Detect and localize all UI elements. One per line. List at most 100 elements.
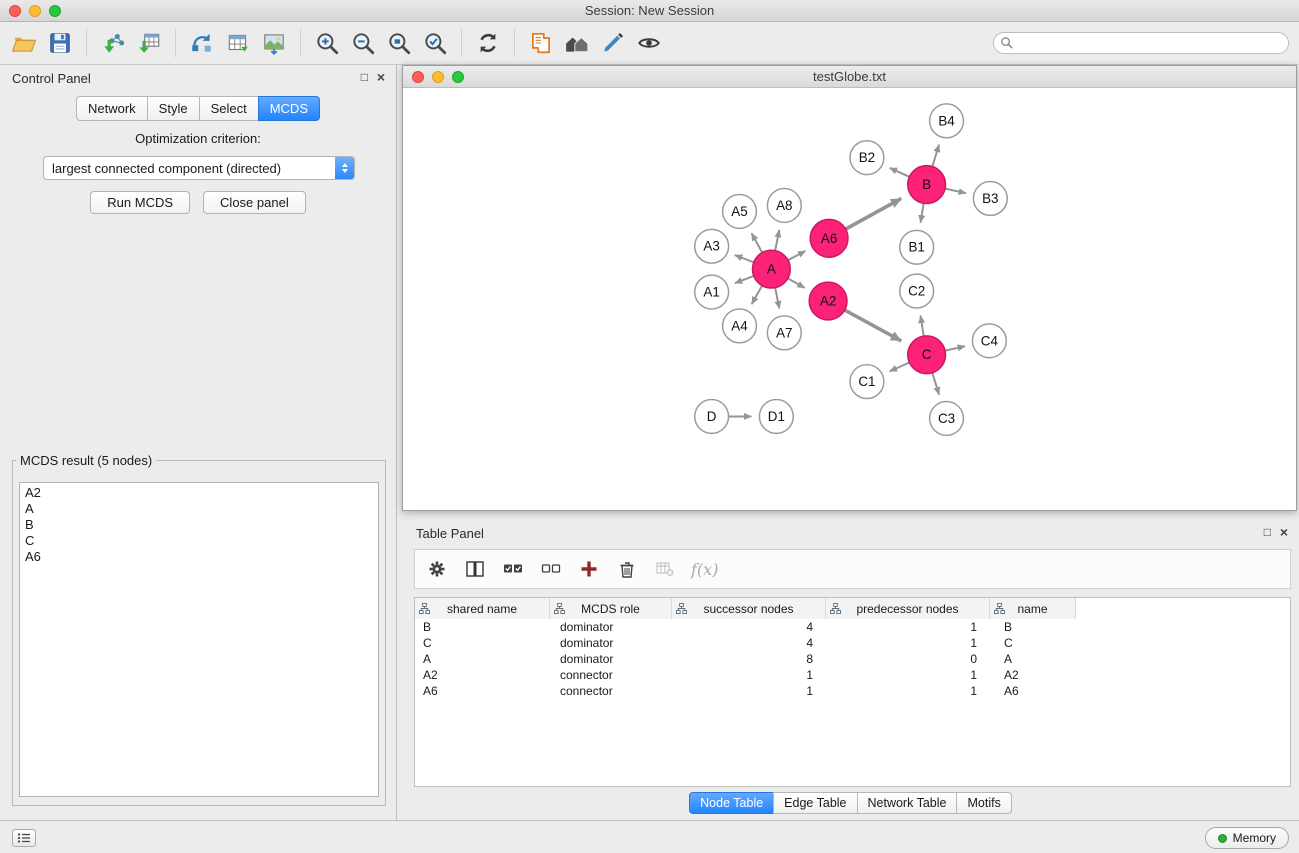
minimize-network-window-button[interactable] — [432, 71, 444, 83]
edge-B-B2[interactable] — [890, 168, 910, 177]
apply-style-button[interactable] — [595, 25, 631, 61]
show-panels-button[interactable] — [12, 829, 36, 847]
result-item[interactable]: A2 — [25, 485, 373, 501]
node-B3[interactable]: B3 — [973, 182, 1007, 216]
node-B2[interactable]: B2 — [850, 141, 884, 175]
add-column-button[interactable] — [577, 557, 601, 581]
node-A6[interactable]: A6 — [810, 219, 848, 257]
edge-B-B1[interactable] — [921, 203, 924, 222]
cell-name[interactable]: A — [990, 651, 1076, 667]
node-D1[interactable]: D1 — [759, 400, 793, 434]
select-all-button[interactable] — [501, 557, 525, 581]
node-B[interactable]: B — [908, 166, 946, 204]
cell-successor-nodes[interactable]: 4 — [672, 635, 826, 651]
edge-A-A2[interactable] — [788, 278, 805, 287]
float-panel-icon[interactable]: □ — [361, 70, 368, 84]
node-C1[interactable]: C1 — [850, 365, 884, 399]
show-columns-button[interactable] — [463, 557, 487, 581]
node-A2[interactable]: A2 — [809, 282, 847, 320]
edge-A6-B[interactable] — [846, 198, 902, 229]
close-panel-button[interactable]: Close panel — [203, 191, 306, 214]
result-item[interactable]: B — [25, 517, 373, 533]
run-mcds-button[interactable]: Run MCDS — [90, 191, 190, 214]
delete-columns-button[interactable] — [615, 557, 639, 581]
cell-mcds-role[interactable]: dominator — [550, 619, 672, 635]
import-table-db-button[interactable] — [220, 25, 256, 61]
network-from-web-button[interactable] — [184, 25, 220, 61]
node-C4[interactable]: C4 — [972, 324, 1006, 358]
cell-shared-name[interactable]: A — [415, 651, 550, 667]
cell-predecessor-nodes[interactable]: 1 — [826, 683, 990, 699]
table-row[interactable]: Cdominator41C — [415, 635, 1290, 651]
cell-predecessor-nodes[interactable]: 0 — [826, 651, 990, 667]
result-item[interactable]: A6 — [25, 549, 373, 565]
tab-node-table[interactable]: Node Table — [689, 792, 774, 814]
minimize-window-button[interactable] — [29, 5, 41, 17]
edge-A-A8[interactable] — [775, 230, 779, 251]
close-network-window-button[interactable] — [412, 71, 424, 83]
cell-mcds-role[interactable]: connector — [550, 683, 672, 699]
edge-C-C1[interactable] — [890, 362, 910, 371]
cell-predecessor-nodes[interactable]: 1 — [826, 667, 990, 683]
edge-C-C3[interactable] — [932, 373, 939, 395]
edge-A-A6[interactable] — [788, 251, 805, 260]
cell-predecessor-nodes[interactable]: 1 — [826, 635, 990, 651]
cell-name[interactable]: C — [990, 635, 1076, 651]
import-network-file-button[interactable] — [95, 25, 131, 61]
memory-button[interactable]: Memory — [1205, 827, 1289, 849]
tab-edge-table[interactable]: Edge Table — [773, 792, 857, 814]
save-session-button[interactable] — [42, 25, 78, 61]
edge-A2-C[interactable] — [845, 310, 902, 341]
edge-C-C2[interactable] — [921, 316, 924, 336]
edge-C-C4[interactable] — [945, 346, 965, 350]
cell-name[interactable]: A2 — [990, 667, 1076, 683]
node-A3[interactable]: A3 — [695, 229, 729, 263]
node-C2[interactable]: C2 — [900, 274, 934, 308]
network-canvas[interactable]: B4B2BB3A8A5A6A3B1AC2A1A2A4A7C4CC1C3DD1 — [403, 88, 1296, 510]
edge-A-A3[interactable] — [735, 255, 754, 262]
export-image-button[interactable] — [256, 25, 292, 61]
node-A[interactable]: A — [752, 250, 790, 288]
result-item[interactable]: A — [25, 501, 373, 517]
cell-successor-nodes[interactable]: 8 — [672, 651, 826, 667]
zoom-out-button[interactable] — [345, 25, 381, 61]
mcds-result-list[interactable]: A2ABCA6 — [19, 482, 379, 797]
edge-A-A4[interactable] — [752, 286, 762, 305]
column-header-successor-nodes[interactable]: successor nodes — [672, 598, 826, 619]
column-header-predecessor-nodes[interactable]: predecessor nodes — [826, 598, 990, 619]
node-C[interactable]: C — [908, 336, 946, 374]
import-table-file-button[interactable] — [131, 25, 167, 61]
node-D[interactable]: D — [695, 400, 729, 434]
tab-select[interactable]: Select — [199, 96, 259, 121]
tab-mcds[interactable]: MCDS — [258, 96, 320, 121]
edge-A-A5[interactable] — [752, 233, 763, 252]
column-header-name[interactable]: name — [990, 598, 1076, 619]
show-graphics-details-button[interactable] — [631, 25, 667, 61]
open-session-button[interactable] — [6, 25, 42, 61]
refresh-button[interactable] — [470, 25, 506, 61]
cell-shared-name[interactable]: C — [415, 635, 550, 651]
table-row[interactable]: Adominator80A — [415, 651, 1290, 667]
zoom-fit-button[interactable] — [417, 25, 453, 61]
result-item[interactable]: C — [25, 533, 373, 549]
column-header-shared-name[interactable]: shared name — [415, 598, 550, 619]
cell-name[interactable]: B — [990, 619, 1076, 635]
edge-B-B3[interactable] — [945, 189, 966, 194]
float-table-panel-icon[interactable]: □ — [1264, 525, 1271, 539]
tab-network-table[interactable]: Network Table — [857, 792, 958, 814]
node-A4[interactable]: A4 — [723, 309, 757, 343]
node-table[interactable]: shared nameMCDS rolesuccessor nodesprede… — [414, 597, 1291, 787]
cell-name[interactable]: A6 — [990, 683, 1076, 699]
node-A7[interactable]: A7 — [767, 316, 801, 350]
cell-predecessor-nodes[interactable]: 1 — [826, 619, 990, 635]
node-C3[interactable]: C3 — [930, 402, 964, 436]
criterion-dropdown[interactable]: largest connected component (directed) — [43, 156, 355, 180]
node-B4[interactable]: B4 — [930, 104, 964, 138]
cell-successor-nodes[interactable]: 1 — [672, 683, 826, 699]
search-input[interactable] — [993, 32, 1289, 54]
cell-shared-name[interactable]: B — [415, 619, 550, 635]
close-window-button[interactable] — [9, 5, 21, 17]
edge-A-A7[interactable] — [775, 288, 779, 309]
zoom-in-button[interactable] — [309, 25, 345, 61]
node-A1[interactable]: A1 — [695, 275, 729, 309]
